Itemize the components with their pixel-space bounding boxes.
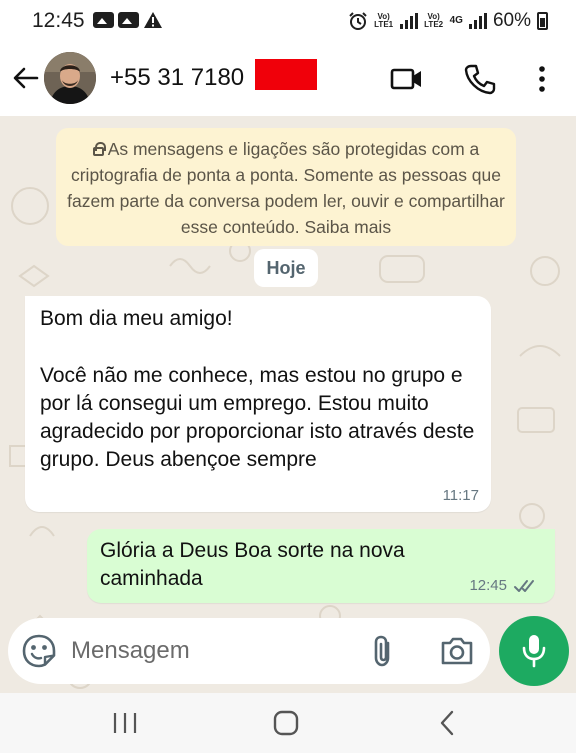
message-text: Glória a Deus Boa sorte na nova caminhad… <box>100 539 405 590</box>
warning-icon <box>144 12 162 28</box>
incoming-message[interactable]: Bom dia meu amigo! Você não me conhece, … <box>25 296 491 512</box>
gallery-icon <box>118 12 139 28</box>
status-bar: 12:45 Vo) LTE1 Vo) LTE2 4G 60% <box>0 0 576 44</box>
battery-icon <box>537 12 548 30</box>
redaction-mark <box>255 59 317 90</box>
phone-icon[interactable] <box>463 62 497 96</box>
message-time: 11:17 <box>442 487 479 504</box>
double-check-icon <box>514 579 534 592</box>
back-arrow-icon[interactable] <box>10 62 42 94</box>
encryption-notice[interactable]: As mensagens e ligações são protegidas c… <box>56 128 516 246</box>
alarm-icon <box>348 12 367 30</box>
message-text: Bom dia meu amigo! Você não me conhece, … <box>40 307 475 472</box>
contact-name[interactable]: +55 31 7180 <box>110 64 244 92</box>
system-icons: Vo) LTE1 Vo) LTE2 4G 60% <box>348 10 548 32</box>
gallery-icon <box>93 12 114 28</box>
home-icon[interactable] <box>266 707 306 739</box>
mic-button[interactable] <box>499 616 569 686</box>
attach-icon[interactable] <box>368 633 400 669</box>
message-input[interactable] <box>71 630 351 672</box>
status-time: 12:45 <box>32 9 85 32</box>
recents-icon[interactable] <box>105 707 145 739</box>
outgoing-message[interactable]: Glória a Deus Boa sorte na nova caminhad… <box>87 529 555 603</box>
network-label: 4G <box>449 15 463 26</box>
video-call-icon[interactable] <box>390 62 424 96</box>
more-options-icon[interactable] <box>525 62 559 96</box>
chat-area[interactable]: As mensagens e ligações são protegidas c… <box>0 116 576 693</box>
system-nav-bar <box>0 693 576 753</box>
message-composer <box>8 618 490 684</box>
avatar-photo <box>44 52 96 104</box>
signal-icon <box>468 13 487 29</box>
emoji-icon[interactable] <box>21 633 57 669</box>
notification-icons <box>93 11 163 29</box>
camera-icon[interactable] <box>439 634 475 668</box>
avatar[interactable] <box>44 52 96 104</box>
sim1-label: Vo) LTE1 <box>374 12 394 29</box>
chat-header: +55 31 7180 <box>0 44 576 116</box>
encryption-notice-text: As mensagens e ligações são protegidas c… <box>67 139 505 237</box>
learn-more-link[interactable]: Saiba mais <box>305 217 392 237</box>
signal-icon <box>399 13 418 29</box>
back-icon[interactable] <box>428 707 468 739</box>
lock-icon <box>92 142 106 156</box>
sim2-label: Vo) LTE2 <box>424 12 444 29</box>
mic-icon <box>522 635 546 668</box>
battery-percent: 60% <box>492 10 531 31</box>
date-chip: Hoje <box>254 249 318 287</box>
message-time: 12:45 <box>469 577 507 594</box>
message-meta: 12:45 <box>469 577 539 594</box>
